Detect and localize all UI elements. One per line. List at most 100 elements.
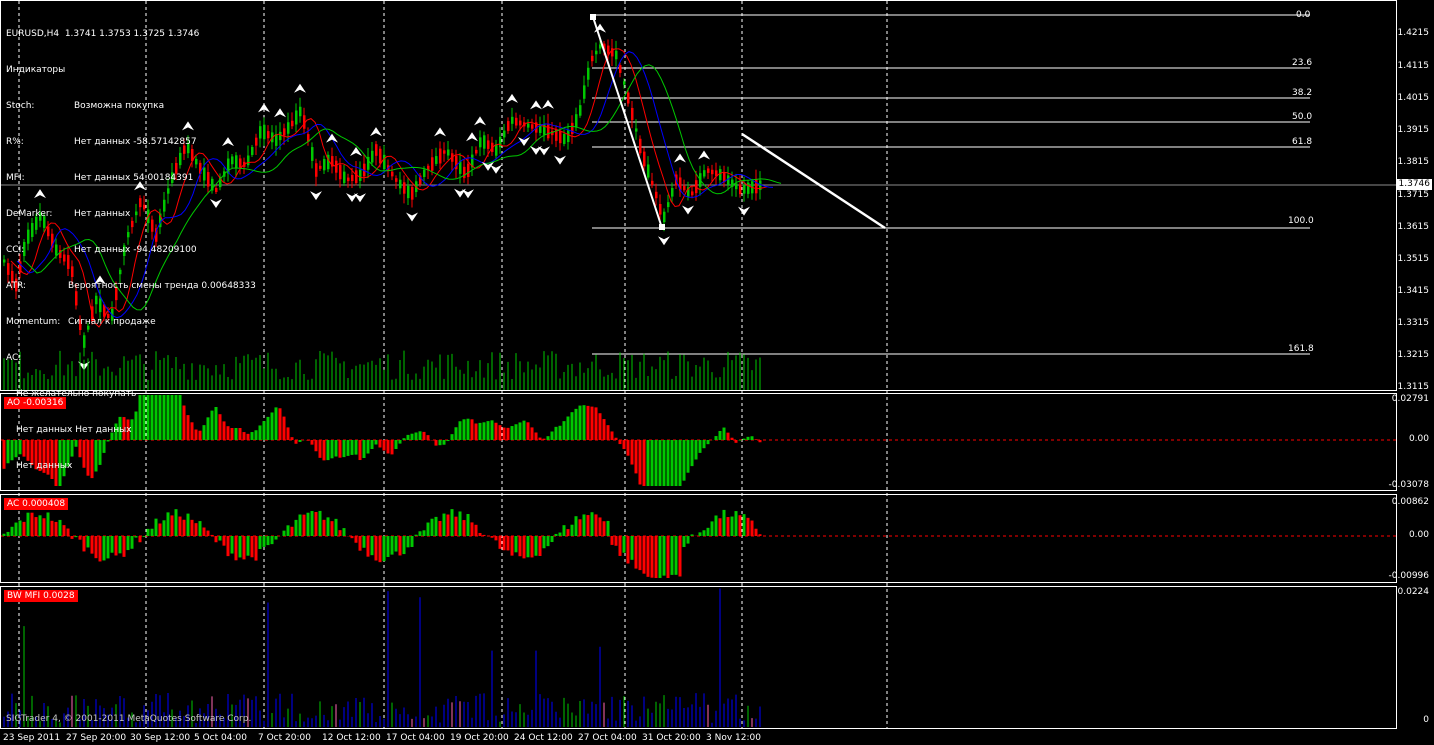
fractal-up-arrow bbox=[542, 99, 554, 109]
candle-body bbox=[567, 130, 570, 143]
ac-note: Нет данных Нет данных bbox=[16, 425, 132, 435]
candle-body bbox=[667, 202, 670, 208]
candle-body bbox=[343, 171, 346, 184]
mfi-axis-bottom: 0 bbox=[1423, 715, 1429, 725]
candle-body bbox=[507, 121, 510, 131]
indicators-title: Индикаторы bbox=[6, 65, 66, 75]
fractal-up-arrow bbox=[474, 116, 486, 126]
date-tick: 27 Sep 20:00 bbox=[66, 733, 127, 743]
fractal-up-arrow bbox=[698, 150, 710, 160]
candle-body bbox=[735, 183, 738, 190]
indicator-cci: CCI: Нет данных -94.48209100 bbox=[6, 245, 197, 255]
fib-label: 23.6 bbox=[1292, 58, 1313, 68]
fractal-up-arrow bbox=[294, 83, 306, 93]
candle-body bbox=[443, 150, 446, 154]
candle-body bbox=[747, 182, 750, 194]
price-tick: 1.3515 bbox=[1397, 254, 1430, 264]
candle-body bbox=[407, 185, 410, 199]
candle-body bbox=[755, 179, 758, 194]
candle-body bbox=[683, 185, 686, 191]
candle-body bbox=[659, 203, 662, 215]
ac-note: Нет данных bbox=[16, 461, 73, 471]
date-tick: 12 Oct 12:00 bbox=[322, 733, 381, 743]
date-tick: 24 Oct 12:00 bbox=[514, 733, 573, 743]
candle-body bbox=[583, 85, 586, 99]
fractal-down-arrow bbox=[354, 193, 366, 203]
copyright-text: SIGTrader 4, © 2001-2011 MetaQuotes Soft… bbox=[6, 714, 252, 724]
candle-body bbox=[727, 175, 730, 186]
candle-body bbox=[587, 67, 590, 80]
price-tick: 1.3115 bbox=[1397, 382, 1430, 392]
fractal-up-arrow bbox=[370, 127, 382, 137]
candle-body bbox=[743, 184, 746, 194]
fib-label: 38.2 bbox=[1292, 88, 1313, 98]
candle-body bbox=[639, 138, 642, 154]
fractal-up-arrow bbox=[674, 153, 686, 163]
candle-body bbox=[511, 116, 514, 124]
candle-body bbox=[267, 131, 270, 139]
fractal-up-arrow bbox=[350, 147, 362, 157]
candle-body bbox=[395, 178, 398, 182]
candle-body bbox=[691, 191, 694, 196]
price-tick: 1.3915 bbox=[1397, 125, 1430, 135]
candle-body bbox=[295, 110, 298, 125]
fractal-down-arrow bbox=[406, 212, 418, 222]
candle-body bbox=[643, 151, 646, 167]
date-tick: 31 Oct 20:00 bbox=[642, 733, 701, 743]
fractal-down-arrow bbox=[658, 236, 670, 246]
candle-body bbox=[519, 120, 522, 126]
candle-body bbox=[719, 169, 722, 181]
fractal-down-arrow bbox=[682, 205, 694, 215]
ao-axis-zero: 0.00 bbox=[1408, 434, 1429, 444]
price-tick: 1.3415 bbox=[1397, 286, 1430, 296]
candle-body bbox=[403, 182, 406, 194]
symbol-header: EURUSD,H4 1.3741 1.3753 1.3725 1.3746 bbox=[6, 29, 200, 39]
indicator-ac: AC: bbox=[6, 353, 22, 363]
fib-anchor-bottom bbox=[659, 224, 665, 230]
fractal-down-arrow bbox=[538, 146, 550, 156]
mfi-pane-border bbox=[0, 586, 1397, 729]
candle-body bbox=[571, 122, 574, 135]
date-tick: 27 Oct 04:00 bbox=[578, 733, 637, 743]
fractal-up-arrow bbox=[326, 133, 338, 143]
candle-body bbox=[651, 180, 654, 186]
ac-axis-zero: 0.00 bbox=[1408, 530, 1429, 540]
ao-axis-bottom: -0.03078 bbox=[1388, 480, 1429, 490]
date-tick: 19 Oct 20:00 bbox=[450, 733, 509, 743]
candle-body bbox=[607, 45, 610, 54]
candle-body bbox=[371, 150, 374, 163]
candle-body bbox=[299, 106, 302, 117]
candle-body bbox=[547, 123, 550, 139]
candle-body bbox=[435, 156, 438, 164]
indicator-info-panel: EURUSD,H4 1.3741 1.3753 1.3725 1.3746 Ин… bbox=[6, 4, 256, 484]
fractal-down-arrow bbox=[738, 206, 750, 216]
fractal-up-arrow bbox=[506, 93, 518, 103]
candle-body bbox=[319, 165, 322, 169]
fractal-down-arrow bbox=[530, 145, 542, 155]
candle-body bbox=[711, 169, 714, 175]
date-tick: 5 Oct 04:00 bbox=[194, 733, 247, 743]
candle-body bbox=[527, 123, 530, 128]
date-tick: 17 Oct 04:00 bbox=[386, 733, 445, 743]
candle-body bbox=[595, 50, 598, 55]
indicator-momentum: Momentum: Сигнал к продаже bbox=[6, 317, 156, 327]
price-tick: 1.3615 bbox=[1397, 222, 1430, 232]
candle-body bbox=[411, 187, 414, 200]
candle-body bbox=[739, 184, 742, 195]
indicator-demarker: DeMarker: Нет данных bbox=[6, 209, 131, 219]
fractal-down-arrow bbox=[554, 155, 566, 165]
indicator-stoch: Stoch: Возможна покупка bbox=[6, 101, 165, 111]
date-tick: 3 Nov 12:00 bbox=[706, 733, 761, 743]
candle-body bbox=[335, 160, 338, 173]
candle-body bbox=[635, 128, 638, 132]
candle-body bbox=[703, 170, 706, 177]
candle-body bbox=[347, 177, 350, 182]
fib-anchor-top bbox=[590, 14, 596, 20]
candle-body bbox=[531, 124, 534, 129]
ac-pane-border bbox=[0, 494, 1397, 583]
candle-body bbox=[495, 144, 498, 156]
fractal-up-arrow bbox=[434, 127, 446, 137]
candle-body bbox=[279, 131, 282, 141]
date-tick: 7 Oct 20:00 bbox=[258, 733, 311, 743]
indicator-atr: ATR: Вероятность смены тренда 0.00648333 bbox=[6, 281, 256, 291]
